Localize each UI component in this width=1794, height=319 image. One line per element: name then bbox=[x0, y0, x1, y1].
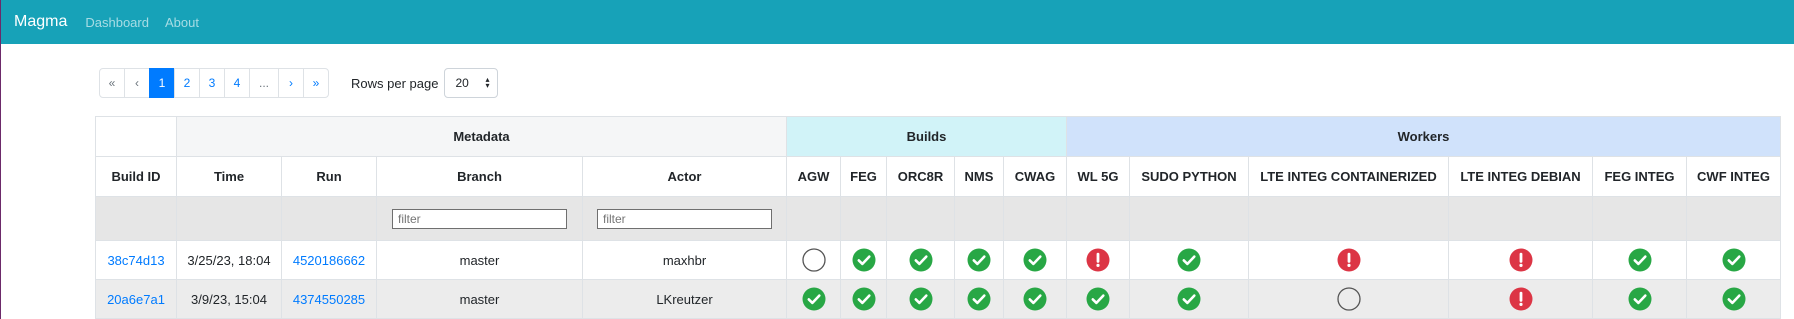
actor-cell: LKreutzer bbox=[656, 291, 713, 307]
column-header[interactable]: FEG bbox=[840, 156, 887, 197]
column-header[interactable]: ORC8R bbox=[886, 156, 955, 197]
column-header[interactable]: Run bbox=[281, 156, 377, 197]
branch-cell: master bbox=[459, 291, 500, 307]
table-controls: « ‹ 1 2 3 4 ... › » Rows per page 20 ▴ ▾ bbox=[99, 68, 499, 98]
check-circle-icon[interactable] bbox=[1086, 287, 1110, 311]
column-header[interactable]: LTE INTEG CONTAINERIZED bbox=[1248, 156, 1449, 197]
build-id-link[interactable]: 20a6e7a1 bbox=[107, 292, 165, 307]
last-page-button[interactable]: » bbox=[303, 68, 329, 98]
column-header[interactable]: CWAG bbox=[1003, 156, 1067, 197]
group-header-workers: Workers bbox=[1066, 116, 1781, 157]
empty-circle-icon bbox=[1336, 287, 1361, 311]
branch-filter-input[interactable] bbox=[392, 208, 567, 229]
column-header[interactable]: LTE INTEG DEBIAN bbox=[1448, 156, 1593, 197]
exclamation-circle-icon[interactable] bbox=[1337, 248, 1361, 272]
pagination: « ‹ 1 2 3 4 ... › » bbox=[99, 68, 329, 98]
builds-table: Metadata Builds Workers Build ID Time Ru… bbox=[95, 116, 1781, 319]
page-ellipsis: ... bbox=[249, 68, 279, 98]
group-header-row: Metadata Builds Workers bbox=[95, 116, 1781, 157]
actor-filter-input[interactable] bbox=[597, 208, 772, 229]
page-3-button[interactable]: 3 bbox=[199, 68, 225, 98]
column-header[interactable]: SUDO PYTHON bbox=[1129, 156, 1249, 197]
rows-per-page-value: 20 bbox=[455, 76, 469, 90]
rows-per-page-select[interactable]: 20 ▴ ▾ bbox=[444, 68, 499, 98]
empty-circle-icon bbox=[801, 248, 826, 272]
branch-cell: master bbox=[459, 252, 500, 268]
check-circle-icon[interactable] bbox=[1177, 248, 1201, 272]
column-header[interactable]: Branch bbox=[376, 156, 583, 197]
column-header[interactable]: Build ID bbox=[95, 156, 177, 197]
page-1-button[interactable]: 1 bbox=[149, 68, 175, 98]
column-header[interactable]: Actor bbox=[582, 156, 787, 197]
group-header-blank bbox=[95, 116, 177, 157]
check-circle-icon[interactable] bbox=[1023, 287, 1047, 311]
check-circle-icon[interactable] bbox=[967, 287, 991, 311]
check-circle-icon[interactable] bbox=[852, 287, 876, 311]
next-page-button[interactable]: › bbox=[278, 68, 304, 98]
rows-per-page-label: Rows per page bbox=[351, 75, 439, 91]
run-link[interactable]: 4374550285 bbox=[293, 292, 365, 307]
column-header[interactable]: FEG INTEG bbox=[1592, 156, 1687, 197]
actor-cell: maxhbr bbox=[662, 252, 707, 268]
check-circle-icon[interactable] bbox=[1177, 287, 1201, 311]
check-circle-icon[interactable] bbox=[1722, 248, 1746, 272]
brand-logo[interactable]: Magma bbox=[14, 13, 67, 31]
filter-row bbox=[95, 196, 1781, 241]
previous-page-button[interactable]: ‹ bbox=[124, 68, 150, 98]
check-circle-icon[interactable] bbox=[1628, 287, 1652, 311]
group-header-builds: Builds bbox=[786, 116, 1067, 157]
group-header-metadata: Metadata bbox=[176, 116, 787, 157]
run-link[interactable]: 4520186662 bbox=[293, 253, 365, 268]
table-row: 38c74d13 3/25/23, 18:04 4520186662 master ma… bbox=[95, 240, 1781, 280]
top-navbar: Magma Dashboard About bbox=[1, 0, 1794, 44]
check-circle-icon[interactable] bbox=[802, 287, 826, 311]
time-cell: 3/9/23, 15:04 bbox=[191, 291, 267, 307]
check-circle-icon[interactable] bbox=[1722, 287, 1746, 311]
check-circle-icon[interactable] bbox=[852, 248, 876, 272]
build-id-link[interactable]: 38c74d13 bbox=[107, 253, 164, 268]
check-circle-icon[interactable] bbox=[909, 287, 933, 311]
check-circle-icon[interactable] bbox=[1628, 248, 1652, 272]
page-4-button[interactable]: 4 bbox=[224, 68, 250, 98]
column-header-row: Build ID Time Run Branch Actor AGW FEG O… bbox=[95, 156, 1781, 197]
nav-link-dashboard[interactable]: Dashboard bbox=[85, 15, 149, 30]
column-header[interactable]: NMS bbox=[954, 156, 1004, 197]
time-cell: 3/25/23, 18:04 bbox=[187, 252, 271, 268]
sort-caret-icon: ▴ ▾ bbox=[485, 75, 490, 90]
column-header[interactable]: WL 5G bbox=[1066, 156, 1130, 197]
page-2-button[interactable]: 2 bbox=[174, 68, 200, 98]
table-row: 20a6e7a1 3/9/23, 15:04 4374550285 master LKr… bbox=[95, 279, 1781, 319]
first-page-button[interactable]: « bbox=[99, 68, 125, 98]
exclamation-circle-icon[interactable] bbox=[1509, 287, 1533, 311]
check-circle-icon[interactable] bbox=[909, 248, 933, 272]
check-circle-icon[interactable] bbox=[967, 248, 991, 272]
exclamation-circle-icon[interactable] bbox=[1086, 248, 1110, 272]
column-header[interactable]: CWF INTEG bbox=[1686, 156, 1781, 197]
check-circle-icon[interactable] bbox=[1023, 248, 1047, 272]
column-header[interactable]: AGW bbox=[786, 156, 841, 197]
column-header[interactable]: Time bbox=[176, 156, 282, 197]
exclamation-circle-icon[interactable] bbox=[1509, 248, 1533, 272]
nav-link-about[interactable]: About bbox=[165, 15, 199, 30]
